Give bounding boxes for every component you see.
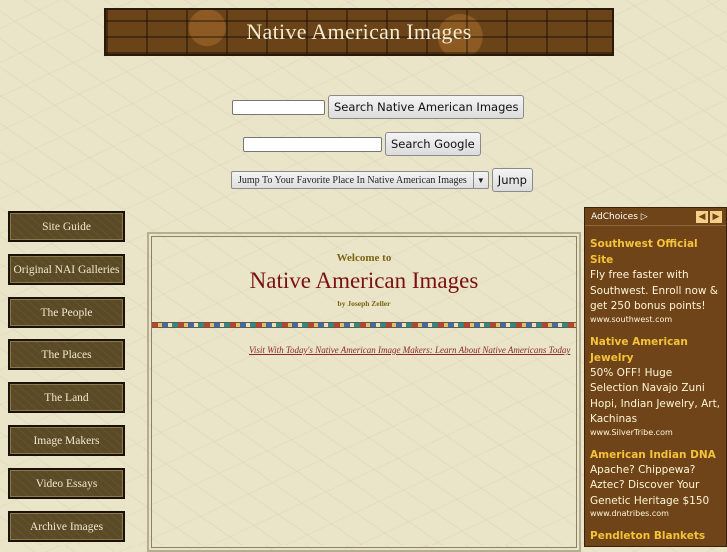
adchoices-icon: ▷ <box>640 211 648 222</box>
nav-label: Archive Images <box>29 520 104 533</box>
ad-item[interactable]: Native American Jewelry 50% OFF! Huge Se… <box>585 334 726 437</box>
ad-headline[interactable]: Pendleton Blankets <box>590 528 721 544</box>
nav-label: The Places <box>41 348 92 361</box>
google-search-input[interactable] <box>243 136 382 152</box>
nav-site-guide[interactable]: Site Guide <box>8 211 125 242</box>
byline: by Joseph Zeller <box>337 299 391 308</box>
ad-text: Apache? Chippewa? Aztec? Discover Your G… <box>590 463 710 507</box>
site-search-form: Search Native American Images <box>232 95 525 119</box>
nav-image-makers[interactable]: Image Makers <box>8 425 125 456</box>
nav-original-galleries[interactable]: Original NAI Galleries <box>8 254 125 285</box>
welcome-text: Welcome to <box>336 252 392 264</box>
jump-form: Jump To Your Favorite Place In Native Am… <box>231 168 533 192</box>
nav-the-land[interactable]: The Land <box>8 382 125 413</box>
google-search-button[interactable]: Search Google <box>385 132 481 156</box>
next-arrow-icon[interactable]: ▶ <box>710 210 722 223</box>
nav-the-places[interactable]: The Places <box>8 339 125 370</box>
ad-item[interactable]: Southwest Official Site Fly free faster … <box>585 236 726 324</box>
ad-url[interactable]: www.dnatribes.com <box>590 509 721 518</box>
jump-button[interactable]: Jump <box>491 168 533 192</box>
ad-headline[interactable]: Southwest Official Site <box>590 236 721 268</box>
ad-headline[interactable]: American Indian DNA <box>590 447 721 463</box>
main-content-panel: Welcome to Native American Images by Jos… <box>147 232 581 552</box>
marquee-link[interactable]: Visit With Today's Native American Image… <box>249 345 570 355</box>
ad-headline[interactable]: Native American Jewelry <box>590 334 721 366</box>
ad-url[interactable]: www.southwest.com <box>590 315 721 324</box>
prev-arrow-icon[interactable]: ◀ <box>696 210 708 223</box>
ad-item[interactable]: American Indian DNA Apache? Chippewa? Az… <box>585 447 726 519</box>
page-title: Native American Images <box>249 268 479 293</box>
ad-text: Fly free faster with Southwest. Enroll n… <box>590 269 718 312</box>
nav-label: Site Guide <box>42 220 91 233</box>
ad-panel: AdChoices ▷ ◀ ▶ Southwest Official Site … <box>584 207 727 547</box>
nav-the-people[interactable]: The People <box>8 297 125 328</box>
dropdown-arrow-icon: ▼ <box>472 172 488 188</box>
site-search-button[interactable]: Search Native American Images <box>328 95 525 119</box>
ad-text: 50% OFF! Huge Selection Navajo Zuni Hopi… <box>590 366 721 426</box>
ad-url[interactable]: www.SilverTribe.com <box>590 428 721 437</box>
jump-select-value: Jump To Your Favorite Place In Native Am… <box>238 174 467 186</box>
nav-video-essays[interactable]: Video Essays <box>8 468 125 499</box>
google-search-form: Search Google <box>243 132 481 156</box>
beaded-divider <box>152 322 576 328</box>
nav-label: Original NAI Galleries <box>13 263 120 276</box>
site-search-input[interactable] <box>232 99 325 115</box>
ad-item[interactable]: Pendleton Blankets <box>585 528 726 544</box>
nav-label: The Land <box>44 391 89 404</box>
ad-header: AdChoices ▷ ◀ ▶ <box>585 208 726 226</box>
nav-label: Image Makers <box>33 434 100 447</box>
nav-archive-images[interactable]: Archive Images <box>8 511 125 542</box>
site-banner: Native American Images <box>104 8 614 56</box>
jump-select[interactable]: Jump To Your Favorite Place In Native Am… <box>231 171 489 189</box>
banner-title: Native American Images <box>246 19 472 44</box>
nav-label: The People <box>40 306 93 319</box>
nav-label: Video Essays <box>35 477 98 490</box>
adchoices-link[interactable]: AdChoices ▷ <box>591 212 648 222</box>
